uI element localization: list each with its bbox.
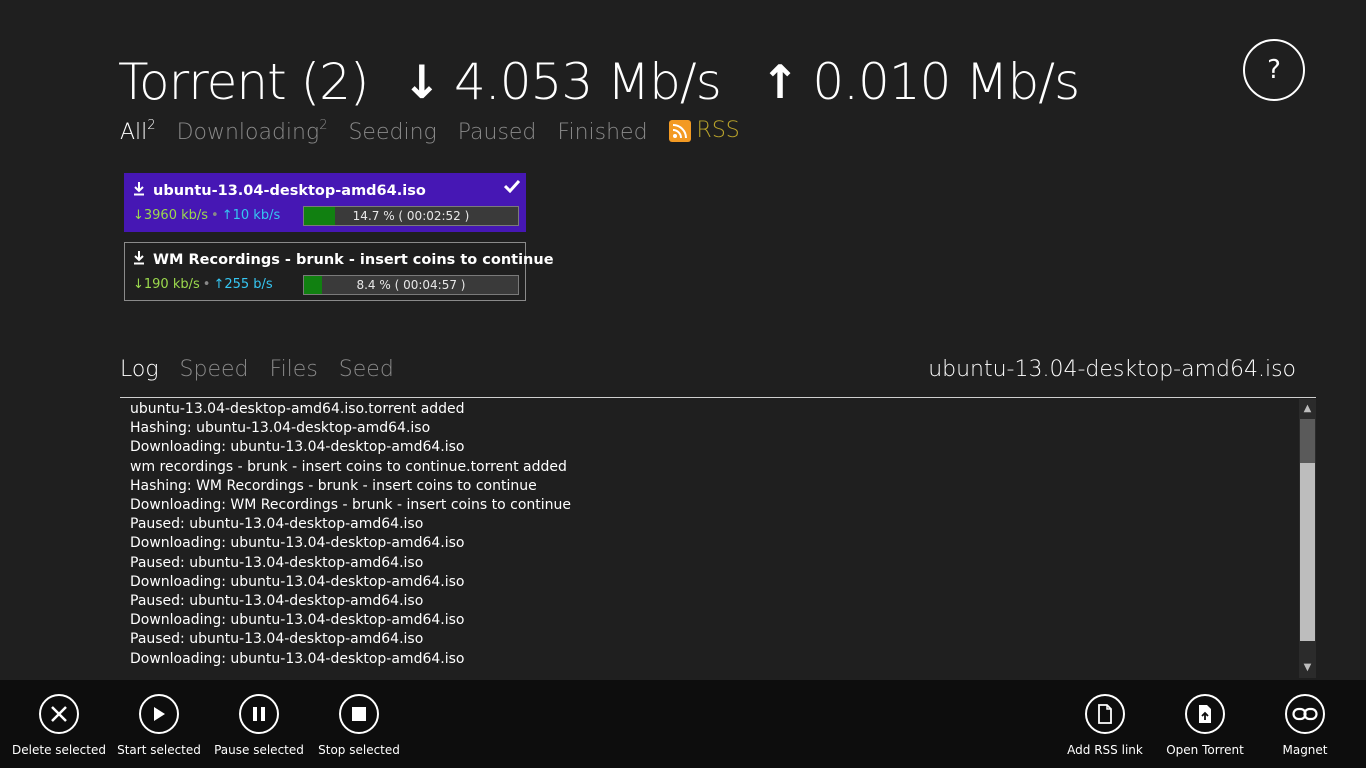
delete-selected-button[interactable]: Delete selected [9, 694, 109, 757]
log-line: Paused: ubuntu-13.04-desktop-amd64.iso [130, 554, 424, 571]
rss-label: RSS [696, 118, 740, 143]
torrent-upload-rate: ↑10 kb/s [221, 208, 281, 223]
upload-rate-value: 0.010 Mb/s [812, 53, 1080, 111]
torrent-name: WM Recordings - brunk - insert coins to … [153, 251, 554, 268]
progress-bar: 8.4 % ( 00:04:57 ) [303, 275, 519, 295]
checkmark-icon [503, 178, 521, 197]
filter-finished[interactable]: Finished [557, 120, 647, 145]
link-icon [1285, 694, 1325, 734]
download-icon [133, 181, 145, 200]
log-line: Hashing: ubuntu-13.04-desktop-amd64.iso [130, 420, 431, 437]
tab-files[interactable]: Files [270, 357, 318, 382]
document-icon [1085, 694, 1125, 734]
add-rss-link-button[interactable]: Add RSS link [1055, 694, 1155, 757]
filter-count: 2 [319, 117, 328, 133]
play-icon [139, 694, 179, 734]
detail-tabs: Log Speed Files Seed [120, 357, 415, 382]
pause-selected-button[interactable]: Pause selected [209, 694, 309, 757]
log-line: Paused: ubuntu-13.04-desktop-amd64.iso [130, 516, 424, 533]
filter-downloading[interactable]: Downloading2 [177, 117, 328, 145]
help-button[interactable]: ? [1243, 39, 1305, 101]
filter-seeding[interactable]: Seeding [348, 120, 436, 145]
filter-bar: All2 Downloading2 Seeding Paused Finishe… [120, 118, 740, 145]
filter-count: 2 [147, 117, 156, 133]
rss-icon [668, 119, 691, 142]
start-selected-button[interactable]: Start selected [109, 694, 209, 757]
log-line: Downloading: ubuntu-13.04-desktop-amd64.… [130, 535, 465, 552]
log-list: ubuntu-13.04-desktop-amd64.iso.torrent a… [130, 400, 571, 669]
log-line: Paused: ubuntu-13.04-desktop-amd64.iso [130, 631, 424, 648]
torrent-upload-rate: ↑255 b/s [213, 277, 273, 292]
torrent-download-rate: ↓190 kb/s [133, 277, 200, 292]
torrent-item[interactable]: ubuntu-13.04-desktop-amd64.iso ↓3960 kb/… [124, 173, 526, 232]
selected-torrent-name: ubuntu-13.04-desktop-amd64.iso [928, 357, 1296, 382]
scroll-thumb[interactable] [1300, 463, 1315, 641]
upload-arrow-icon: ↑ [760, 55, 800, 109]
filter-rss[interactable]: RSS [668, 118, 740, 143]
progress-bar: 14.7 % ( 00:02:52 ) [303, 206, 519, 226]
tab-log[interactable]: Log [120, 357, 159, 382]
log-line: Hashing: WM Recordings - brunk - insert … [130, 477, 537, 494]
download-arrow-icon: ↓ [402, 55, 441, 109]
log-panel: ubuntu-13.04-desktop-amd64.iso.torrent a… [120, 397, 1316, 678]
download-rate-value: 4.053 Mb/s [453, 53, 722, 111]
total-upload-rate: ↑ 0.010 Mb/s [760, 53, 1080, 111]
log-line: Downloading: ubuntu-13.04-desktop-amd64.… [130, 650, 465, 667]
page-title: Torrent (2) [118, 53, 369, 111]
scroll-down-icon[interactable]: ▼ [1299, 658, 1316, 678]
help-icon: ? [1267, 55, 1281, 85]
app-bar: Delete selected Start selected Pause sel… [0, 680, 1366, 768]
open-torrent-button[interactable]: Open Torrent [1155, 694, 1255, 757]
stop-icon [339, 694, 379, 734]
log-line: wm recordings - brunk - insert coins to … [130, 458, 567, 475]
filter-all[interactable]: All2 [120, 117, 156, 145]
torrent-name: ubuntu-13.04-desktop-amd64.iso [153, 182, 426, 199]
log-line: Downloading: WM Recordings - brunk - ins… [130, 497, 572, 514]
progress-label: 8.4 % ( 00:04:57 ) [356, 278, 466, 292]
scroll-up-icon[interactable]: ▲ [1299, 399, 1316, 419]
filter-paused[interactable]: Paused [458, 120, 537, 145]
log-line: Downloading: ubuntu-13.04-desktop-amd64.… [130, 573, 465, 590]
pause-icon [239, 694, 279, 734]
log-line: Downloading: ubuntu-13.04-desktop-amd64.… [130, 439, 465, 456]
total-download-rate: ↓ 4.053 Mb/s [402, 53, 722, 111]
log-line: Downloading: ubuntu-13.04-desktop-amd64.… [130, 612, 465, 629]
torrent-item[interactable]: WM Recordings - brunk - insert coins to … [124, 242, 554, 301]
log-scrollbar[interactable]: ▲ ▼ [1299, 399, 1316, 678]
progress-label: 14.7 % ( 00:02:52 ) [352, 209, 470, 223]
log-line: Paused: ubuntu-13.04-desktop-amd64.iso [130, 593, 424, 610]
log-line: ubuntu-13.04-desktop-amd64.iso.torrent a… [130, 401, 465, 417]
scroll-track[interactable] [1300, 419, 1315, 463]
tab-speed[interactable]: Speed [180, 357, 249, 382]
stop-selected-button[interactable]: Stop selected [309, 694, 409, 757]
delete-icon [39, 694, 79, 734]
download-icon [133, 250, 145, 269]
header: Torrent (2) ↓ 4.053 Mb/s ↑ 0.010 Mb/s [118, 52, 1080, 112]
magnet-button[interactable]: Magnet [1255, 694, 1355, 757]
torrent-download-rate: ↓3960 kb/s [133, 208, 209, 223]
open-file-icon [1185, 694, 1225, 734]
tab-seed[interactable]: Seed [339, 357, 394, 382]
